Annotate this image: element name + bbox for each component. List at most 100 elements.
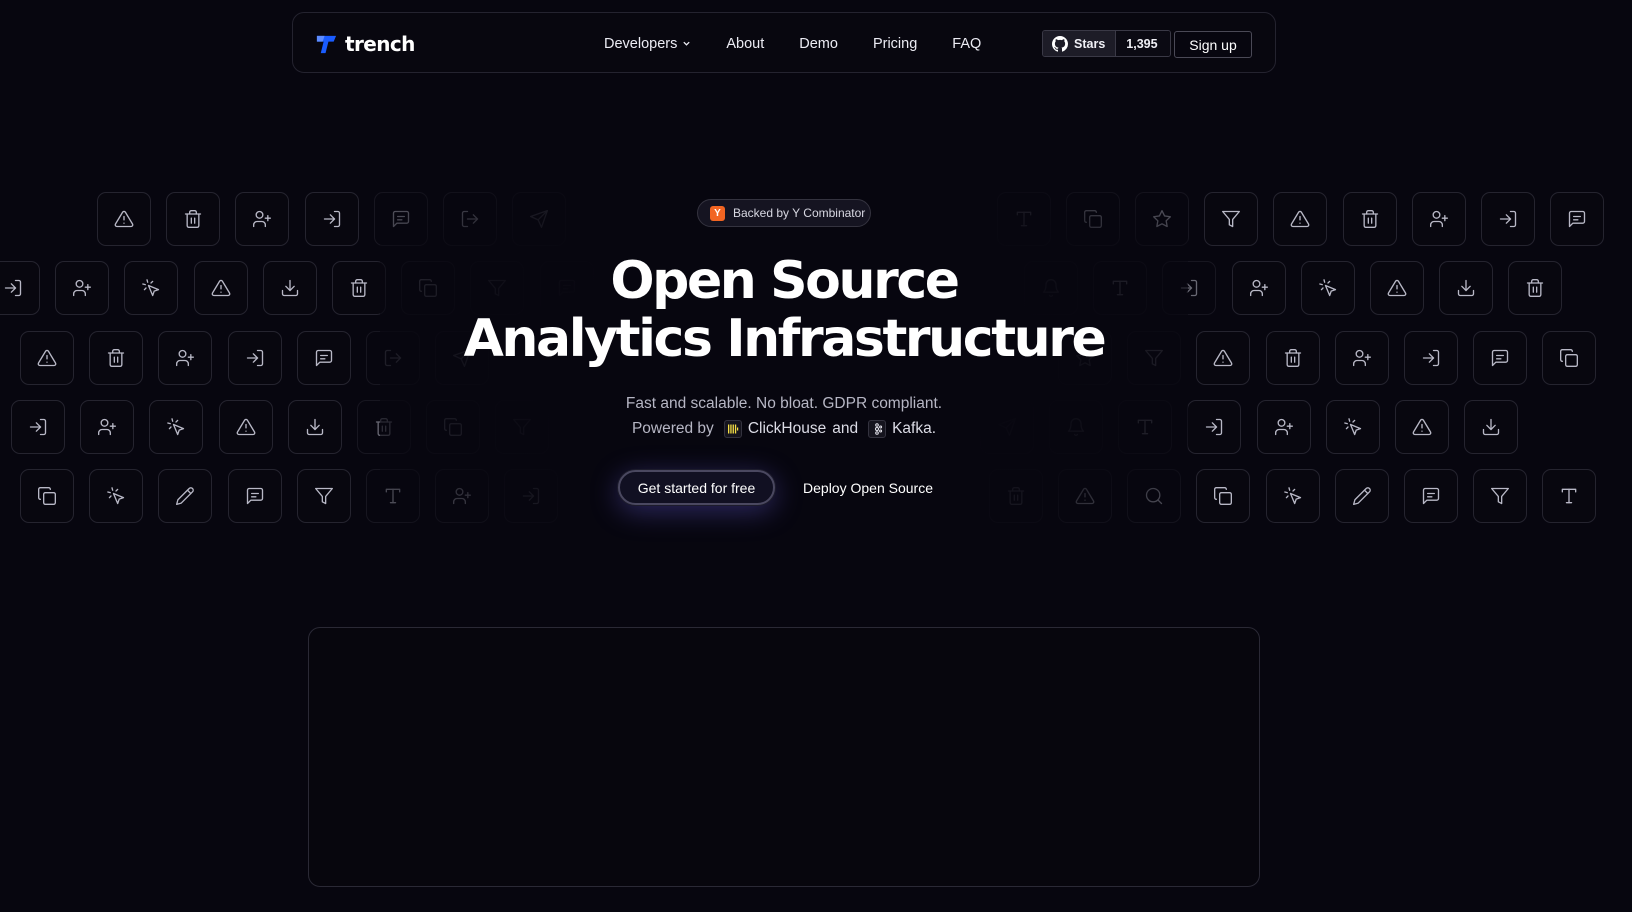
signup-button[interactable]: Sign up	[1174, 31, 1252, 58]
alert-triangle-icon	[236, 418, 255, 436]
user-plus-icon	[73, 279, 92, 297]
message-square-icon	[246, 487, 263, 505]
background-tile	[304, 192, 359, 246]
trash-icon	[1361, 210, 1378, 228]
background-tile	[0, 261, 40, 315]
background-tile	[1542, 469, 1597, 523]
background-tile	[1256, 400, 1311, 454]
background-tile	[158, 331, 213, 385]
filter-icon	[1222, 210, 1241, 228]
yc-logo-icon: Y	[710, 205, 725, 221]
background-tile	[193, 261, 248, 315]
background-tile	[332, 261, 386, 315]
user-plus-icon	[1249, 279, 1268, 297]
copy-icon	[38, 487, 56, 505]
nav-link-developers[interactable]: Developers	[604, 36, 691, 52]
background-tile	[1404, 331, 1458, 385]
alert-triangle-icon	[1387, 279, 1407, 297]
logo-text: trench	[345, 32, 415, 56]
background-tile	[1325, 400, 1380, 454]
clickhouse-name: ClickHouse	[747, 420, 827, 437]
download-icon	[306, 418, 323, 436]
background-tile	[20, 469, 74, 523]
background-tile	[1273, 192, 1328, 246]
pointer-click-icon	[1343, 418, 1361, 436]
pointer-click-icon	[167, 418, 185, 436]
background-tile	[287, 400, 342, 454]
background-tile	[1204, 192, 1259, 246]
github-stars-label: Stars	[1074, 36, 1106, 51]
nav-link-about[interactable]: About	[726, 36, 764, 52]
background-tile	[1196, 331, 1251, 385]
github-stars-count: 1,395	[1116, 31, 1170, 56]
background-tile	[262, 261, 317, 315]
background-tile	[218, 400, 273, 454]
user-plus-icon	[176, 349, 195, 367]
background-tile	[1508, 261, 1563, 315]
background-tile	[1473, 331, 1528, 385]
background-tile	[296, 331, 351, 385]
powered-by-and: and	[832, 420, 859, 437]
hero-subtitle-block: Fast and scalable. No bloat. GDPR compli…	[484, 391, 1084, 441]
deploy-open-source-button[interactable]: Deploy Open Source	[792, 470, 944, 505]
background-tile	[1370, 261, 1424, 315]
hero-headline: Open Source Analytics Infrastructure	[384, 252, 1184, 368]
kafka-icon	[868, 419, 887, 438]
nav-link-faq[interactable]: FAQ	[952, 36, 981, 52]
alert-triangle-icon	[114, 210, 134, 228]
download-icon	[1483, 418, 1500, 436]
trash-icon	[185, 210, 202, 228]
log-in-icon	[29, 418, 47, 436]
background-tile	[80, 400, 135, 454]
github-stars-button[interactable]: Stars 1,395	[1042, 30, 1171, 57]
background-tile	[158, 469, 213, 523]
github-icon	[1052, 35, 1068, 52]
get-started-button[interactable]: Get started for free	[618, 470, 775, 505]
background-tile	[227, 331, 282, 385]
background-tile	[1187, 400, 1242, 454]
background-tile	[1265, 469, 1320, 523]
hero-headline-line2: Analytics Infrastructure	[463, 309, 1107, 369]
background-tile	[1334, 469, 1389, 523]
background-tile	[1411, 192, 1466, 246]
background-tile	[1196, 469, 1251, 523]
copy-icon	[1560, 349, 1579, 367]
pencil-icon	[176, 487, 195, 505]
background-tile	[1550, 192, 1605, 246]
copy-icon	[1214, 487, 1233, 505]
nav-links: Developers About Demo Pricing FAQ	[604, 13, 1016, 74]
background-tile	[1300, 261, 1355, 315]
powered-by-line: Powered by ClickHouse and Kafka.	[484, 416, 1084, 441]
background-tile	[296, 469, 351, 523]
background-tile	[1464, 400, 1519, 454]
background-tile	[166, 192, 221, 246]
log-in-icon	[4, 279, 22, 297]
logo-link[interactable]: trench	[315, 32, 415, 56]
background-tile	[89, 331, 144, 385]
nav-link-pricing[interactable]: Pricing	[873, 36, 917, 52]
yc-badge-text: Backed by Y Combinator	[733, 206, 866, 220]
background-tile	[11, 400, 65, 454]
download-icon	[1458, 279, 1475, 297]
background-tile	[1404, 469, 1458, 523]
user-plus-icon	[253, 210, 272, 228]
top-navbar: trench Developers About Demo Pricing FAQ…	[292, 12, 1276, 73]
background-tile	[1473, 469, 1528, 523]
background-tile	[124, 261, 179, 315]
background-tile	[1265, 331, 1320, 385]
background-tile	[1231, 261, 1286, 315]
log-in-icon	[1206, 418, 1223, 436]
message-square-icon	[315, 349, 332, 367]
trench-logo-icon	[316, 35, 337, 53]
trash-icon	[350, 279, 368, 297]
message-square-icon	[1422, 487, 1440, 505]
yc-badge: Y Backed by Y Combinator	[697, 199, 871, 227]
alert-triangle-icon	[1291, 210, 1310, 228]
user-plus-icon	[98, 418, 117, 436]
background-tile	[1342, 192, 1397, 246]
log-in-icon	[323, 210, 340, 228]
chevron-down-icon	[683, 41, 690, 46]
alert-triangle-icon	[1214, 349, 1233, 367]
nav-link-demo[interactable]: Demo	[799, 36, 838, 52]
trash-icon	[108, 349, 125, 367]
